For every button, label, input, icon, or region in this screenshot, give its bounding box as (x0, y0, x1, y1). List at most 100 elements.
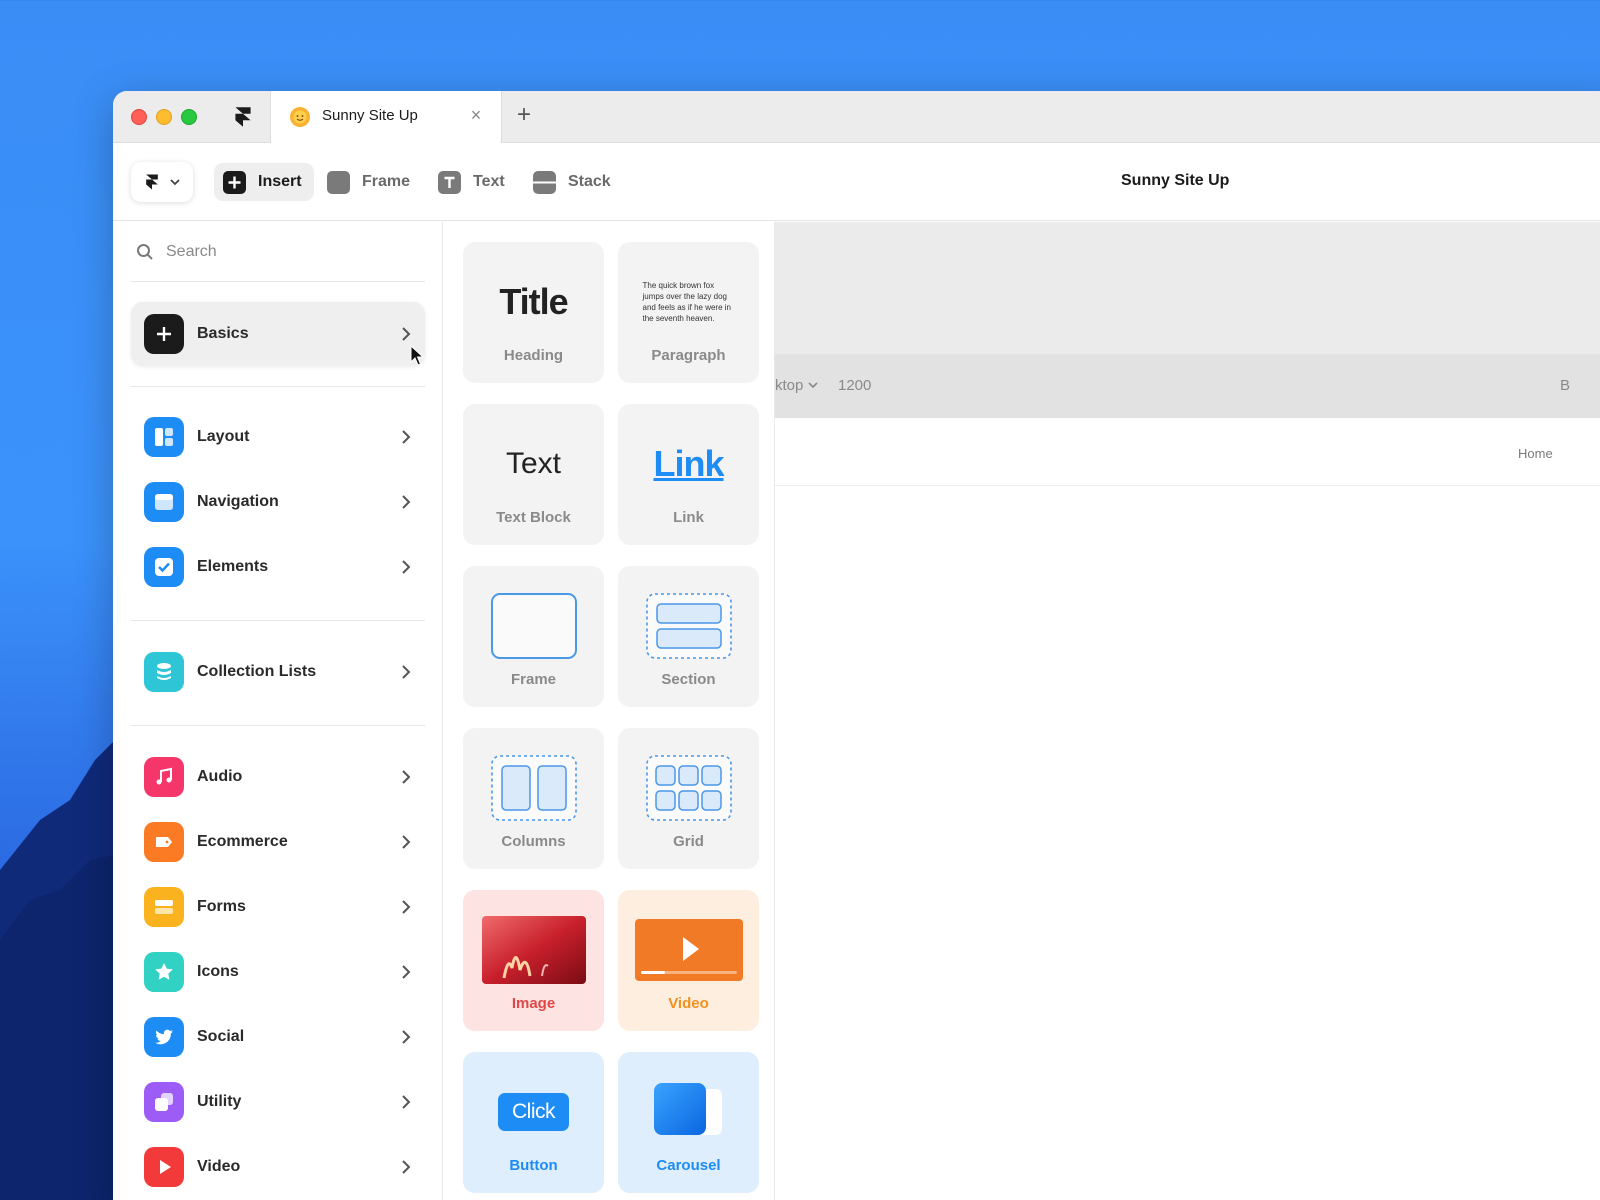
twitter-icon (144, 1017, 184, 1057)
columns-preview (463, 748, 604, 828)
category-icons[interactable]: Icons (131, 940, 425, 1004)
category-social[interactable]: Social (131, 1005, 425, 1069)
search-input[interactable] (166, 240, 406, 264)
new-tab-button[interactable]: + (517, 101, 531, 129)
zoom-window-button[interactable] (181, 109, 197, 125)
category-forms[interactable]: Forms (131, 875, 425, 939)
toolbar: Insert Frame Text Stack Sunny Site Up (113, 143, 1600, 221)
tab-sunny-site-up[interactable]: Sunny Site Up × (270, 91, 502, 144)
image-card[interactable]: Image (463, 890, 604, 1031)
frame-shape-icon (490, 593, 577, 659)
category-label: Navigation (197, 493, 279, 510)
chevron-right-icon (402, 770, 411, 784)
canvas[interactable]: ktop 1200 B Home (775, 222, 1600, 1200)
carousel-preview (618, 1072, 759, 1152)
card-label: Text Block (496, 509, 571, 526)
breakpoint-width[interactable]: 1200 (838, 377, 871, 394)
video-thumbnail-icon (634, 919, 743, 981)
button-preview: Click (463, 1072, 604, 1152)
category-basics[interactable]: Basics (131, 302, 425, 366)
page-frame[interactable]: Home (775, 418, 1600, 1200)
frame-tool-button[interactable]: Frame (327, 163, 410, 201)
columns-shape-icon (490, 755, 577, 821)
card-label: Section (661, 671, 716, 688)
navigation-icon (144, 482, 184, 522)
paragraph-preview-text: The quick brown fox jumps over the lazy … (642, 281, 732, 323)
database-icon (144, 652, 184, 692)
button-card[interactable]: Click Button (463, 1052, 604, 1193)
search-bar (131, 222, 425, 282)
text-block-preview: Text (463, 424, 604, 504)
home-nav-link[interactable]: Home (1518, 446, 1553, 461)
category-layout[interactable]: Layout (131, 405, 425, 469)
heading-preview: Title (463, 262, 604, 342)
stack-tool-button[interactable]: Stack (533, 163, 611, 201)
text-block-card[interactable]: Text Text Block (463, 404, 604, 545)
card-label: Carousel (656, 1157, 721, 1174)
plus-icon (223, 170, 246, 194)
framer-logo-icon (146, 174, 158, 190)
card-label: Paragraph (651, 347, 726, 364)
chevron-right-icon (402, 495, 411, 509)
category-utility[interactable]: Utility (131, 1070, 425, 1134)
app-window: Sunny Site Up × + Insert Frame Text Stac… (113, 91, 1600, 1200)
breakpoint-right-label[interactable]: B (1560, 377, 1570, 394)
frame-icon (327, 170, 350, 194)
insert-label: Insert (258, 173, 302, 190)
category-label: Basics (197, 325, 249, 342)
tag-icon (144, 822, 184, 862)
video-card[interactable]: Video (618, 890, 759, 1031)
form-icon (144, 887, 184, 927)
stack-icon (533, 170, 556, 194)
grid-card[interactable]: Grid (618, 728, 759, 869)
card-label: Video (668, 995, 709, 1012)
paragraph-card[interactable]: The quick brown fox jumps over the lazy … (618, 242, 759, 383)
breakpoint-dropdown[interactable]: ktop (775, 377, 818, 394)
category-label: Video (197, 1158, 241, 1175)
category-video[interactable]: Video (131, 1135, 425, 1199)
heading-card[interactable]: Title Heading (463, 242, 604, 383)
music-note-icon (144, 757, 184, 797)
category-label: Ecommerce (197, 833, 288, 850)
text-tool-button[interactable]: Text (438, 163, 505, 201)
category-ecommerce[interactable]: Ecommerce (131, 810, 425, 874)
star-icon (144, 952, 184, 992)
text-block-preview-text: Text (505, 447, 562, 480)
category-navigation[interactable]: Navigation (131, 470, 425, 534)
play-icon (144, 1147, 184, 1187)
close-window-button[interactable] (131, 109, 147, 125)
mouse-cursor-icon (410, 345, 424, 366)
insert-button[interactable]: Insert (214, 163, 314, 201)
section-shape-icon (645, 593, 732, 659)
checkbox-icon (144, 547, 184, 587)
document-title[interactable]: Sunny Site Up (1121, 172, 1229, 190)
category-collection-lists[interactable]: Collection Lists (131, 640, 425, 704)
frame-card[interactable]: Frame (463, 566, 604, 707)
frame-label: Frame (362, 173, 411, 190)
chevron-right-icon (402, 1030, 411, 1044)
columns-card[interactable]: Columns (463, 728, 604, 869)
card-label: Grid (673, 833, 704, 850)
tab-title: Sunny Site Up (322, 107, 418, 124)
tab-bar: Sunny Site Up × + (113, 91, 1600, 144)
image-preview (463, 910, 604, 990)
framer-logo-icon[interactable] (230, 104, 256, 130)
link-card[interactable]: Link Link (618, 404, 759, 545)
chevron-right-icon (402, 1095, 411, 1109)
category-audio[interactable]: Audio (131, 745, 425, 809)
card-label: Columns (501, 833, 566, 850)
section-card[interactable]: Section (618, 566, 759, 707)
card-label: Link (673, 509, 704, 526)
main-menu-button[interactable] (131, 162, 193, 202)
tab-close-icon[interactable]: × (466, 105, 486, 126)
minimize-window-button[interactable] (156, 109, 172, 125)
card-label: Image (511, 995, 556, 1012)
breakpoint-bar: ktop 1200 B (775, 354, 1600, 418)
grid-shape-icon (645, 755, 732, 821)
carousel-card[interactable]: Carousel (618, 1052, 759, 1193)
section-preview (618, 586, 759, 666)
text-icon (438, 170, 461, 194)
category-elements[interactable]: Elements (131, 535, 425, 599)
category-label: Social (197, 1028, 245, 1045)
category-label: Layout (197, 428, 250, 445)
